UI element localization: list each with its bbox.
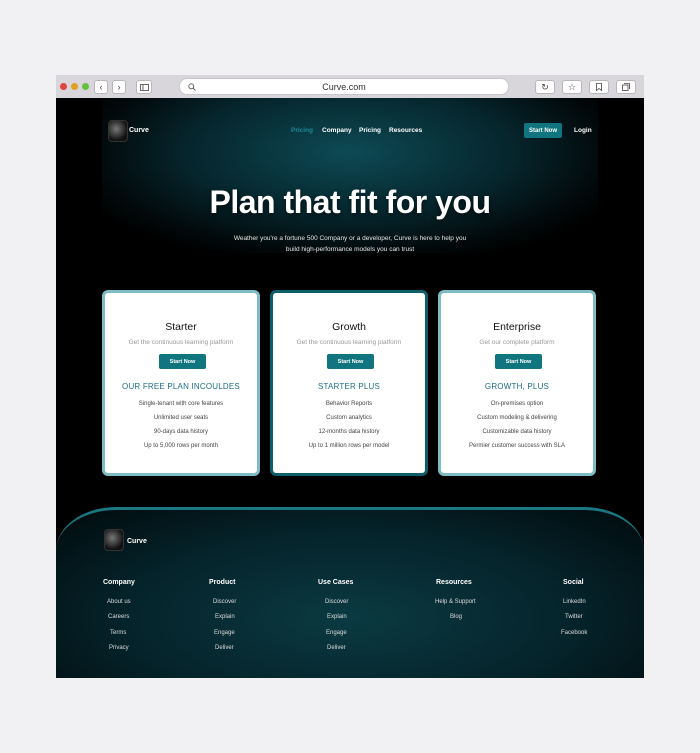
nav-pricing-active[interactable]: Pricing	[291, 127, 313, 134]
footer-link-deliver[interactable]: Deliver	[215, 645, 234, 651]
plan-tier: STARTER PLUS	[317, 382, 381, 391]
forward-button[interactable]: ›	[112, 80, 126, 94]
nav-company[interactable]: Company	[322, 127, 352, 134]
site-footer: Curve Company About us Careers Terms Pri…	[56, 507, 644, 678]
bookmark-button[interactable]	[589, 80, 609, 94]
chevron-left-icon: ‹	[99, 82, 103, 92]
url-text: Curve.com	[322, 82, 366, 92]
footer-heading-resources: Resources	[436, 579, 472, 586]
footer-heading-product: Product	[209, 579, 236, 586]
close-window-button[interactable]	[60, 83, 67, 90]
chevron-right-icon: ›	[117, 82, 121, 92]
plan-name: Growth	[332, 321, 366, 333]
star-icon: ☆	[567, 81, 577, 92]
hero-subtitle-line2: build high-performance models you can tr…	[285, 246, 415, 253]
tabs-icon	[622, 83, 630, 91]
plan-feature: Customizable data history	[482, 429, 552, 435]
footer-link-explain[interactable]: Explain	[327, 614, 347, 620]
reload-button[interactable]: ↻	[535, 80, 555, 94]
start-now-button[interactable]: Start Now	[524, 123, 562, 138]
brand-name: Curve	[129, 127, 149, 134]
bookmark-icon	[596, 83, 602, 91]
hero-section	[102, 98, 598, 253]
footer-link-privacy[interactable]: Privacy	[109, 645, 129, 651]
sidebar-icon	[139, 83, 149, 91]
plan-feature: Custom analytics	[326, 415, 372, 421]
plan-tier: GROWTH, PLUS	[484, 382, 550, 391]
web-page: Curve Pricing Company Pricing Resources …	[56, 98, 644, 678]
plan-feature: Single-tenant with core features	[138, 401, 224, 407]
hero-subtitle-line1: Weather you're a fortune 500 Company or …	[233, 235, 467, 242]
plan-feature: Behavior Reports	[325, 401, 373, 407]
footer-heading-social: Social	[563, 579, 584, 586]
footer-link-careers[interactable]: Careers	[108, 614, 129, 620]
plan-feature: Unlimited user seats	[153, 415, 209, 421]
plan-description: Get our complete platform	[479, 339, 555, 346]
address-bar[interactable]: Curve.com	[179, 78, 509, 95]
tabs-button[interactable]	[616, 80, 636, 94]
plan-feature: Custom modeling & delivering	[477, 415, 557, 421]
plan-start-now-button[interactable]: Start Now	[159, 354, 206, 369]
footer-heading-company: Company	[103, 579, 135, 586]
footer-link-engage[interactable]: Engage	[214, 630, 235, 636]
plan-name: Enterprise	[493, 321, 541, 333]
favorite-button[interactable]: ☆	[562, 80, 582, 94]
footer-link-engage[interactable]: Engage	[326, 630, 347, 636]
plan-description: Get the continuous learning platform	[296, 339, 402, 346]
plan-feature: 90-days data history	[153, 429, 209, 435]
back-button[interactable]: ‹	[94, 80, 108, 94]
footer-brand-name: Curve	[127, 538, 147, 545]
plan-feature: Up to 5,000 rows per month	[143, 443, 219, 449]
footer-link-help-support[interactable]: Help & Support	[435, 599, 476, 605]
nav-pricing[interactable]: Pricing	[359, 127, 381, 134]
footer-link-blog[interactable]: Blog	[450, 614, 462, 620]
plan-feature: 12-months data history	[318, 429, 380, 435]
footer-link-explain[interactable]: Explain	[215, 614, 235, 620]
plan-start-now-button[interactable]: Start Now	[327, 354, 374, 369]
plan-card-growth: Growth Get the continuous learning platf…	[270, 290, 428, 476]
plan-tier: OUR FREE PLAN INCOULDES	[122, 382, 240, 391]
footer-link-discover[interactable]: Discover	[325, 599, 348, 605]
login-link[interactable]: Login	[574, 127, 592, 134]
footer-link-about-us[interactable]: About us	[107, 599, 131, 605]
footer-link-linkedin[interactable]: LinkedIn	[563, 599, 586, 605]
page-title: Plan that fit for you	[209, 184, 491, 220]
browser-window: ‹ › Curve.com ↻ ☆ Curve Pricing Company …	[56, 75, 644, 678]
footer-link-twitter[interactable]: Twitter	[565, 614, 583, 620]
footer-link-terms[interactable]: Terms	[110, 630, 126, 636]
browser-toolbar: ‹ › Curve.com ↻ ☆	[56, 75, 644, 98]
plan-description: Get the continuous learning platform	[128, 339, 234, 346]
nav-resources[interactable]: Resources	[389, 127, 422, 134]
footer-heading-use-cases: Use Cases	[318, 579, 354, 586]
footer-curve-logo[interactable]	[104, 529, 124, 551]
footer-link-discover[interactable]: Discover	[213, 599, 236, 605]
plan-feature: Permier customer success with SLA	[468, 443, 566, 449]
maximize-window-button[interactable]	[82, 83, 89, 90]
plan-feature: Up to 1 million rows per model	[308, 443, 390, 449]
minimize-window-button[interactable]	[71, 83, 78, 90]
plan-start-now-button[interactable]: Start Now	[495, 354, 542, 369]
footer-link-facebook[interactable]: Facebook	[561, 630, 587, 636]
plan-name: Starter	[165, 321, 197, 333]
reload-icon: ↻	[541, 81, 549, 92]
plan-card-starter: Starter Get the continuous learning plat…	[102, 290, 260, 476]
footer-link-deliver[interactable]: Deliver	[327, 645, 346, 651]
plan-feature: On-premises option	[490, 401, 544, 407]
sidebar-toggle-button[interactable]	[136, 80, 152, 94]
curve-logo[interactable]	[108, 120, 128, 142]
plan-card-enterprise: Enterprise Get our complete platform Sta…	[438, 290, 596, 476]
